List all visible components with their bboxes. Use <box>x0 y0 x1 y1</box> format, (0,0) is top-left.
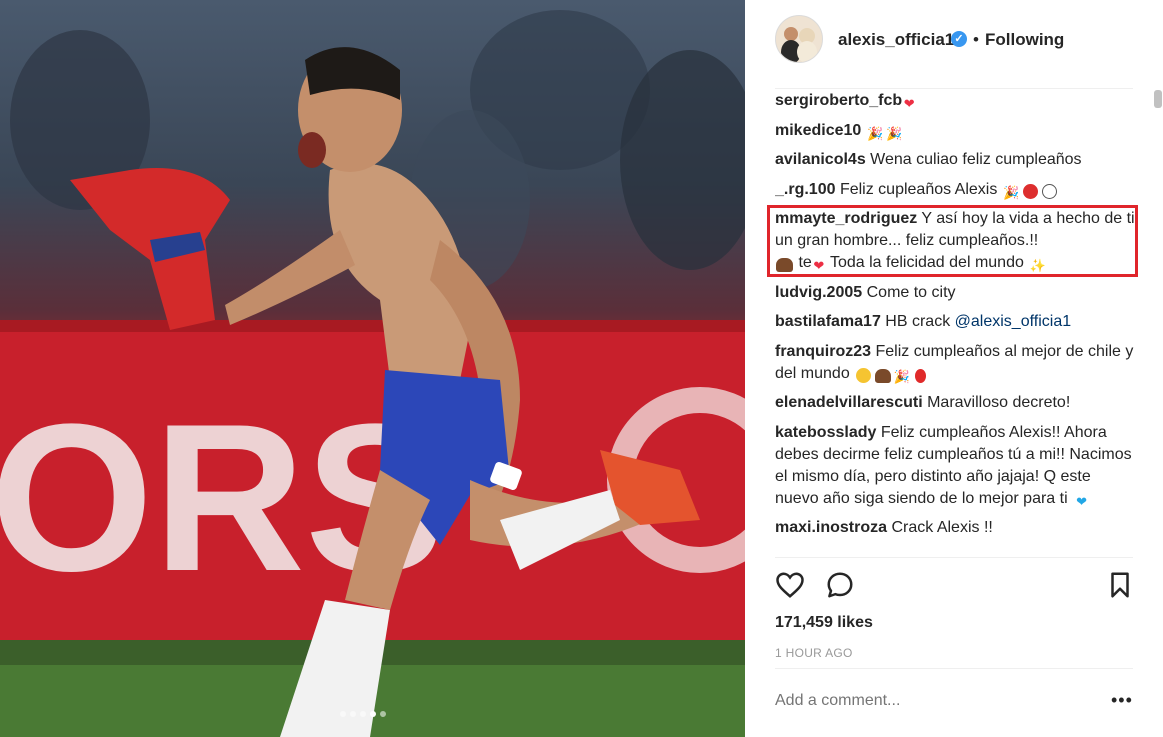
post-timestamp: 1 HOUR AGO <box>775 646 853 660</box>
comment-text: Wena culiao feliz cumpleaños <box>870 151 1082 168</box>
party-popper-emoji-icon: 🎉 <box>893 368 910 384</box>
comment-username[interactable]: avilanicol4s <box>775 151 866 168</box>
balloon-emoji-icon <box>912 368 929 385</box>
add-comment-input[interactable] <box>775 692 1095 710</box>
profile-username[interactable]: alexis_officia1 <box>838 30 954 50</box>
comment-username[interactable]: franquiroz23 <box>775 343 871 360</box>
comment: bastilafama17 HB crack @alexis_officia1 <box>775 311 1135 333</box>
comment: franquiroz23 Feliz cumpleaños al mejor d… <box>775 341 1135 385</box>
post-actions <box>775 570 1133 602</box>
post-photo[interactable]: ORS <box>0 0 745 737</box>
comment-username[interactable]: sergiroberto_fcb <box>775 92 902 109</box>
red-heart-emoji-icon: ❤ <box>903 96 915 111</box>
following-button[interactable]: Following <box>985 30 1064 50</box>
grinning-face-emoji-icon <box>855 367 872 385</box>
bookmark-icon[interactable] <box>1105 570 1135 600</box>
comment-username[interactable]: elenadelvillarescuti <box>775 394 923 411</box>
highlight-box <box>767 205 1138 277</box>
red-circle-emoji-icon <box>1022 183 1039 201</box>
comment: katebosslady Feliz cumpleaños Alexis!! A… <box>775 422 1135 510</box>
carousel-dot[interactable] <box>350 711 356 717</box>
carousel-dot-active[interactable] <box>370 711 376 717</box>
comment-username[interactable]: katebosslady <box>775 424 876 441</box>
divider <box>775 668 1133 669</box>
comment: avilanicol4s Wena culiao feliz cumpleaño… <box>775 149 1135 171</box>
comments-scrollbar-thumb[interactable] <box>1154 90 1162 108</box>
comment: elenadelvillarescuti Maravilloso decreto… <box>775 392 1135 414</box>
comment: sergiroberto_fcb ❤ <box>775 90 1135 112</box>
comment-text: Maravilloso decreto! <box>927 394 1071 411</box>
more-options-icon[interactable]: ••• <box>1111 690 1133 711</box>
likes-count[interactable]: 171,459 likes <box>775 614 873 632</box>
carousel-dot[interactable] <box>340 711 346 717</box>
comment-username[interactable]: _.rg.100 <box>775 181 835 198</box>
carousel-dot[interactable] <box>380 711 386 717</box>
comment-username[interactable]: ludvig.2005 <box>775 284 862 301</box>
header-separator: • <box>973 30 979 49</box>
divider <box>775 557 1133 558</box>
comment-text: Come to city <box>866 283 956 301</box>
comments-list[interactable]: sergiroberto_fcb ❤ mikedice10 🎉 🎉 avilanic… <box>775 90 1135 560</box>
comment-username[interactable]: maxi.inostroza <box>775 519 887 536</box>
divider <box>775 88 1133 89</box>
comment: maxi.inostroza Crack Alexis !! <box>775 517 1135 539</box>
party-popper-emoji-icon: 🎉 <box>867 125 884 141</box>
post-header: alexis_officia1 ✓ • Following <box>745 0 1163 80</box>
photo-illustration: ORS <box>0 10 745 737</box>
comment-username[interactable]: bastilafama17 <box>775 313 881 330</box>
comment: mikedice10 🎉 🎉 <box>775 120 1135 142</box>
comment-text: Feliz cupleaños Alexis <box>839 180 998 198</box>
comment-text: HB crack <box>885 313 951 330</box>
party-popper-emoji-icon: 🎉 <box>1003 184 1020 200</box>
white-circle-emoji-icon <box>1041 183 1058 201</box>
party-popper-emoji-icon: 🎉 <box>886 125 903 141</box>
mention-link[interactable]: @alexis_officia1 <box>955 313 1071 330</box>
post-side-panel: alexis_officia1 ✓ • Following sergirober… <box>745 0 1163 737</box>
blue-heart-emoji-icon: ❤ <box>1076 493 1088 509</box>
heart-outline-icon[interactable] <box>775 570 805 600</box>
avatar[interactable] <box>775 15 823 63</box>
comment-text: Crack Alexis !! <box>891 519 993 536</box>
birthday-cake-emoji-icon <box>874 368 891 385</box>
speech-bubble-icon[interactable] <box>825 570 855 600</box>
carousel-dot[interactable] <box>360 711 366 717</box>
comment: ludvig.2005 Come to city <box>775 282 1135 304</box>
carousel-dots <box>340 711 386 717</box>
verified-badge-icon: ✓ <box>951 31 967 47</box>
comment: _.rg.100 Feliz cupleaños Alexis 🎉 <box>775 179 1135 201</box>
comment-username[interactable]: mikedice10 <box>775 122 861 139</box>
